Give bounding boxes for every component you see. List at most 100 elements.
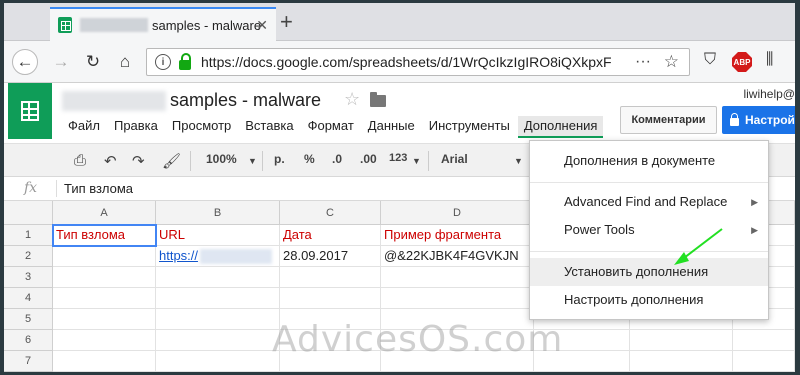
cell-c1[interactable]: Дата	[280, 225, 381, 246]
row-header-4[interactable]: 4	[4, 288, 53, 309]
table-cell[interactable]	[156, 288, 280, 309]
new-tab-icon[interactable]: +	[280, 11, 293, 33]
share-settings-button[interactable]: Настрой	[722, 106, 795, 134]
more-formats-button[interactable]: 123	[389, 152, 407, 164]
menu-file[interactable]: Файл	[62, 116, 106, 138]
formula-input[interactable]: Тип взлома	[64, 181, 133, 196]
table-cell[interactable]	[53, 351, 156, 372]
url-link[interactable]: https://	[159, 248, 198, 263]
row-header-1[interactable]: 1	[4, 225, 53, 246]
menu-divider	[530, 182, 768, 183]
percent-format-button[interactable]: %	[304, 152, 315, 166]
table-cell[interactable]	[156, 330, 280, 351]
forward-icon[interactable]: →	[48, 49, 74, 75]
row-header-5[interactable]: 5	[4, 309, 53, 330]
redo-icon[interactable]: ↷	[132, 152, 145, 170]
cell-b1[interactable]: URL	[156, 225, 280, 246]
cell-b2[interactable]: https://	[156, 246, 280, 267]
row-header-2[interactable]: 2	[4, 246, 53, 267]
menu-view[interactable]: Просмотр	[166, 116, 237, 138]
menu-format[interactable]: Формат	[302, 116, 360, 138]
comments-button[interactable]: Комментарии	[620, 106, 717, 134]
column-header-b[interactable]: B	[156, 201, 280, 225]
back-icon[interactable]: ←	[12, 49, 38, 75]
undo-icon[interactable]: ↶	[104, 152, 117, 170]
row-header-3[interactable]: 3	[4, 267, 53, 288]
pocket-icon[interactable]: ⛉	[704, 51, 716, 69]
font-select[interactable]: Arial	[441, 152, 468, 166]
column-header-d[interactable]: D	[381, 201, 534, 225]
table-cell[interactable]	[733, 330, 795, 351]
menu-tools[interactable]: Инструменты	[423, 116, 516, 138]
table-cell[interactable]	[53, 267, 156, 288]
table-cell[interactable]	[156, 309, 280, 330]
menu-item-document-addons[interactable]: Дополнения в документе	[530, 147, 768, 175]
cell-d1[interactable]: Пример фрагмента	[381, 225, 534, 246]
menu-addons[interactable]: Дополнения	[517, 116, 604, 138]
addons-dropdown-menu: Дополнения в документе Advanced Find and…	[529, 140, 769, 320]
menu-item-advanced-find-replace[interactable]: Advanced Find and Replace ▶	[530, 188, 768, 216]
fx-icon: fx	[24, 180, 38, 196]
select-all-corner[interactable]	[4, 201, 53, 225]
reload-icon[interactable]: ↻	[80, 49, 106, 75]
table-cell[interactable]	[381, 267, 534, 288]
table-cell[interactable]	[156, 351, 280, 372]
table-cell[interactable]	[630, 351, 733, 372]
cell-c2[interactable]: 28.09.2017	[280, 246, 381, 267]
submenu-arrow-icon: ▶	[751, 197, 758, 207]
table-cell[interactable]	[53, 309, 156, 330]
table-cell[interactable]	[630, 330, 733, 351]
decrease-decimals-button[interactable]: .0	[332, 152, 342, 166]
menu-data[interactable]: Данные	[362, 116, 421, 138]
row-header-7[interactable]: 7	[4, 351, 53, 372]
menu-item-label: Дополнения в документе	[564, 153, 716, 168]
menu-item-install-addons[interactable]: Установить дополнения	[530, 258, 768, 286]
browser-tab[interactable]: samples - malware ✕	[50, 7, 276, 41]
sheets-grid-icon	[21, 101, 39, 121]
cell-a1[interactable]: Тип взлома	[52, 224, 157, 247]
document-title[interactable]: samples - malware	[170, 90, 321, 111]
row-header-6[interactable]: 6	[4, 330, 53, 351]
info-icon[interactable]: i	[155, 54, 171, 70]
adblock-icon[interactable]: ABP	[732, 52, 752, 72]
zoom-select[interactable]: 100%	[206, 152, 237, 166]
chevron-down-icon[interactable]: ▼	[248, 156, 257, 166]
close-tab-icon[interactable]: ✕	[256, 17, 268, 34]
table-cell[interactable]	[733, 351, 795, 372]
address-bar[interactable]: i https://docs.google.com/spreadsheets/d…	[146, 48, 690, 76]
menu-edit[interactable]: Правка	[108, 116, 164, 138]
toolbar-divider	[428, 151, 429, 171]
menu-item-manage-addons[interactable]: Настроить дополнения	[530, 286, 768, 314]
menu-item-label: Установить дополнения	[564, 264, 709, 279]
table-cell[interactable]	[381, 288, 534, 309]
column-header-a[interactable]: A	[53, 201, 156, 225]
page-actions-icon[interactable]: ···	[635, 53, 651, 71]
increase-decimals-button[interactable]: .00	[360, 152, 377, 166]
chevron-down-icon[interactable]: ▼	[514, 156, 523, 166]
url-text[interactable]: https://docs.google.com/spreadsheets/d/1…	[201, 54, 612, 70]
blurred-tab-text	[80, 18, 148, 32]
currency-format-button[interactable]: р.	[274, 152, 285, 166]
chevron-down-icon[interactable]: ▼	[412, 156, 421, 166]
table-cell[interactable]	[53, 288, 156, 309]
column-header-c[interactable]: C	[280, 201, 381, 225]
table-cell[interactable]	[156, 267, 280, 288]
star-icon[interactable]: ☆	[344, 89, 360, 110]
library-icon[interactable]: ⫼	[766, 51, 773, 69]
lock-icon	[179, 52, 191, 70]
folder-icon[interactable]	[370, 92, 386, 107]
menu-insert[interactable]: Вставка	[239, 116, 299, 138]
table-cell[interactable]	[280, 288, 381, 309]
table-cell[interactable]	[53, 330, 156, 351]
user-account[interactable]: liwihelp@	[743, 87, 795, 101]
cell-d2[interactable]: @&22KJBK4F4GVKJN	[381, 246, 534, 267]
home-icon[interactable]: ⌂	[112, 49, 138, 75]
paint-format-icon[interactable]: 🖌	[162, 152, 181, 170]
table-cell[interactable]	[280, 267, 381, 288]
sheets-logo[interactable]	[8, 83, 52, 139]
print-icon[interactable]: ⎙	[74, 152, 86, 169]
cell-a2[interactable]	[53, 246, 156, 267]
bookmark-star-icon[interactable]: ☆	[664, 52, 679, 72]
tab-strip: samples - malware ✕ +	[4, 3, 795, 41]
menu-item-power-tools[interactable]: Power Tools ▶	[530, 216, 768, 244]
